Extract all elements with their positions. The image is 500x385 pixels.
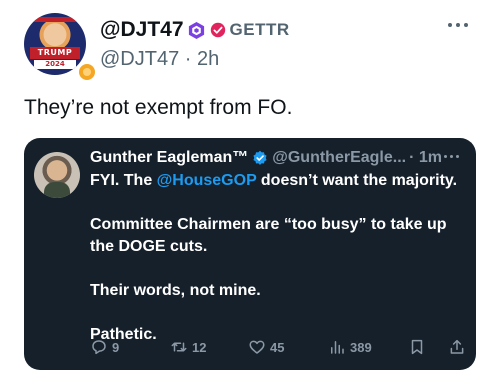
heart-icon <box>249 340 265 354</box>
quoted-avatar[interactable] <box>34 152 80 198</box>
author-avatar[interactable]: TRUMP 2024 <box>24 13 97 82</box>
share-icon <box>450 339 464 354</box>
author-header: @DJT47 GETTR <box>100 18 290 42</box>
repost-button[interactable]: 12 <box>170 336 206 358</box>
avatar-badge-icon <box>77 62 97 82</box>
quoted-handle[interactable]: @GuntherEagle... <box>272 149 406 167</box>
reply-count: 9 <box>112 339 120 355</box>
views-icon <box>331 341 344 354</box>
quoted-header: Gunther Eagleman™ @GuntherEagle... · 1m <box>90 147 442 169</box>
more-dots-icon[interactable] <box>448 20 476 30</box>
author-username[interactable]: @DJT47 <box>100 48 179 70</box>
mention-link[interactable]: @HouseGOP <box>157 172 257 189</box>
views-button[interactable]: 389 <box>328 336 372 358</box>
avatar-text-bottom: 2024 <box>34 60 76 69</box>
quoted-name[interactable]: Gunther Eagleman™ <box>90 149 248 167</box>
post-text: They’re not exempt from FO. <box>24 96 293 119</box>
avatar-text-top: TRUMP <box>30 47 80 59</box>
quoted-post[interactable]: Gunther Eagleman™ @GuntherEagle... · 1m … <box>24 138 476 370</box>
post-card: TRUMP 2024 @DJT47 GETTR @DJT47 · 2h They… <box>0 0 500 385</box>
quoted-action-bar: 9 12 45 389 <box>90 336 470 358</box>
author-handle[interactable]: @DJT47 <box>100 18 184 42</box>
post-time[interactable]: 2h <box>197 48 219 70</box>
quoted-line1-prefix: FYI. The <box>90 172 157 189</box>
quoted-time[interactable]: · 1m <box>409 149 442 167</box>
repost-count: 12 <box>192 339 207 355</box>
quoted-body: FYI. The @HouseGOP doesn’t want the majo… <box>90 170 470 346</box>
like-button[interactable]: 45 <box>248 336 284 358</box>
avatar-image: TRUMP 2024 <box>24 13 86 75</box>
avatar-stripe <box>24 17 86 22</box>
meta-separator: · <box>184 48 197 70</box>
repost-icon <box>171 342 187 352</box>
like-count: 45 <box>270 339 285 355</box>
author-meta: @DJT47 · 2h <box>100 48 219 71</box>
quoted-line-1: FYI. The @HouseGOP doesn’t want the majo… <box>90 170 470 192</box>
views-count: 389 <box>350 339 372 355</box>
share-button[interactable] <box>448 336 470 358</box>
platform-label: GETTR <box>229 20 290 39</box>
bookmark-icon <box>411 339 423 355</box>
quoted-line1-suffix: doesn’t want the majority. <box>256 172 458 189</box>
gettr-verified-icon <box>210 22 225 38</box>
quoted-paragraph-3: Their words, not mine. <box>90 282 261 299</box>
quoted-paragraph-2: Committee Chairmen are “too busy” to tak… <box>90 216 447 255</box>
bookmark-button[interactable] <box>408 336 430 358</box>
verified-badge-icon <box>253 150 267 165</box>
quoted-more-icon[interactable] <box>444 155 459 158</box>
hexagon-badge-icon <box>188 21 204 39</box>
reply-button[interactable]: 9 <box>90 336 119 358</box>
reply-icon <box>92 340 106 355</box>
